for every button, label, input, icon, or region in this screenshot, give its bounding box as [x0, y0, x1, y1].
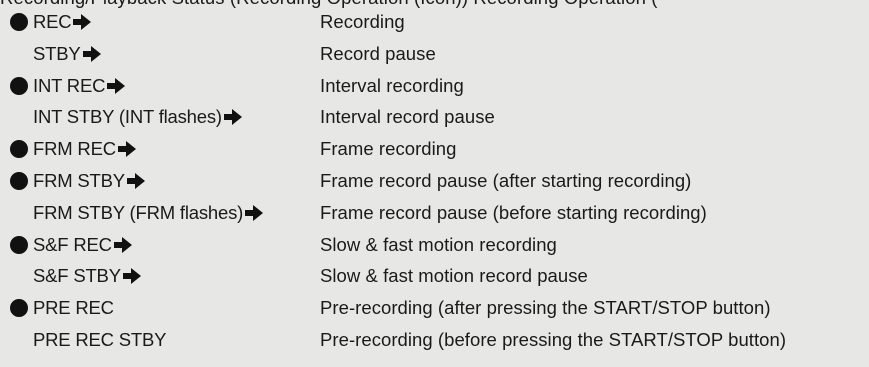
- dot-cell: [10, 292, 31, 324]
- status-code: STBY: [33, 38, 104, 70]
- status-code: REC: [33, 6, 94, 38]
- status-code-label: S&F STBY: [33, 265, 121, 287]
- right-arrow-icon: [223, 101, 245, 133]
- status-code-label: INT REC: [33, 74, 106, 96]
- right-arrow-icon: [72, 6, 94, 38]
- status-code: S&F STBY: [33, 260, 144, 292]
- status-code-label: PRE REC: [33, 297, 114, 319]
- right-arrow-icon: [126, 165, 148, 197]
- status-rows: REC Recording STBY Record pause INT REC Inter…: [0, 6, 869, 356]
- right-arrow-icon: [117, 133, 139, 165]
- status-code-label: STBY: [33, 42, 81, 64]
- record-dot-icon: [10, 299, 28, 318]
- status-description: Frame record pause (after starting recor…: [320, 169, 692, 191]
- status-code-label: S&F REC: [33, 233, 112, 255]
- dot-cell: [10, 133, 31, 165]
- status-description: Record pause: [320, 42, 436, 64]
- status-description: Interval recording: [320, 74, 464, 96]
- status-code: S&F REC: [33, 229, 135, 261]
- status-code-label: REC: [33, 11, 72, 32]
- status-row: INT REC Interval recording: [0, 70, 869, 102]
- dot-cell: [10, 260, 31, 292]
- right-arrow-icon: [113, 229, 135, 261]
- status-row: S&F STBY Slow & fast motion record pause: [0, 260, 869, 292]
- status-description: Slow & fast motion record pause: [320, 265, 588, 287]
- dot-cell: [10, 229, 31, 261]
- right-arrow-icon: [82, 38, 104, 70]
- dot-cell: [10, 70, 31, 102]
- status-description: Interval record pause: [320, 106, 495, 128]
- recording-status-table: Recording/Playback Status (Recording Ope…: [0, 0, 869, 367]
- record-dot-icon: [10, 235, 28, 254]
- status-description: Slow & fast motion recording: [320, 233, 557, 255]
- status-code: FRM STBY: [33, 165, 148, 197]
- status-row: FRM STBY (FRM flashes) Frame record pause…: [0, 197, 869, 229]
- record-dot-icon: [10, 13, 28, 31]
- status-code: FRM STBY (FRM flashes): [33, 197, 266, 229]
- status-code-label: FRM STBY: [33, 169, 125, 191]
- status-description: Frame recording: [320, 138, 457, 160]
- dot-cell: [10, 165, 31, 197]
- status-row: FRM STBY Frame record pause (after starti…: [0, 165, 869, 197]
- status-description: Recording: [320, 11, 405, 32]
- dot-cell: [10, 197, 31, 229]
- status-description: Pre-recording (after pressing the START/…: [320, 297, 771, 319]
- status-code-label: PRE REC STBY: [33, 328, 167, 350]
- record-dot-icon: [10, 171, 28, 190]
- right-arrow-icon: [122, 260, 144, 292]
- record-dot-icon: [10, 140, 28, 159]
- status-code: PRE REC: [33, 292, 114, 324]
- status-row: PRE REC STBY Pre-recording (before pressi…: [0, 324, 869, 356]
- status-row: S&F REC Slow & fast motion recording: [0, 229, 869, 261]
- status-code: PRE REC STBY: [33, 324, 166, 356]
- status-row: INT STBY (INT flashes) Interval record pa…: [0, 101, 869, 133]
- status-description: Frame record pause (before starting reco…: [320, 201, 707, 223]
- status-row: FRM REC Frame recording: [0, 133, 869, 165]
- status-code-label: FRM REC: [33, 138, 116, 160]
- status-code-label: FRM STBY (FRM flashes): [33, 201, 244, 223]
- status-row: PRE REC Pre-recording (after pressing the…: [0, 292, 869, 324]
- dot-cell: [10, 6, 31, 38]
- status-code: INT STBY (INT flashes): [33, 101, 245, 133]
- dot-cell: [10, 101, 31, 133]
- status-code: FRM REC: [33, 133, 139, 165]
- record-dot-icon: [10, 76, 28, 95]
- right-arrow-icon: [244, 197, 266, 229]
- status-row: STBY Record pause: [0, 38, 869, 70]
- status-row: REC Recording: [0, 6, 869, 38]
- status-code: INT REC: [33, 70, 128, 102]
- status-code-label: INT STBY (INT flashes): [33, 106, 222, 128]
- right-arrow-icon: [106, 70, 128, 102]
- dot-cell: [10, 38, 31, 70]
- status-description: Pre-recording (before pressing the START…: [320, 328, 787, 350]
- dot-cell: [10, 324, 31, 356]
